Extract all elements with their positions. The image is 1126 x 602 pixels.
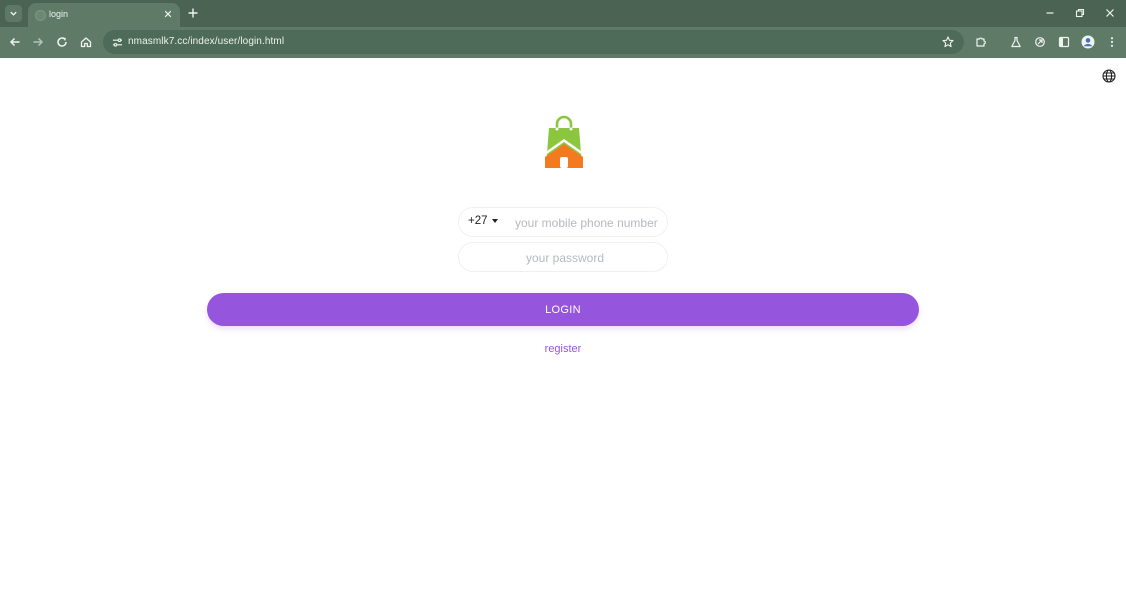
kebab-menu-icon	[1110, 37, 1114, 47]
country-code-value: +27	[468, 215, 488, 227]
shop-logo	[544, 115, 584, 169]
sync-icon	[1035, 37, 1045, 47]
address-bar[interactable]: nmasmlk7.cc/index/user/login.html	[103, 30, 964, 54]
puzzle-icon	[976, 37, 986, 47]
chevron-down-icon	[10, 11, 17, 16]
browser-toolbar: nmasmlk7.cc/index/user/login.html	[0, 27, 1126, 58]
caret-down-icon	[491, 219, 498, 223]
avatar-icon	[1081, 35, 1095, 49]
site-info-button[interactable]	[109, 34, 125, 50]
tab-search-button[interactable]	[5, 5, 22, 22]
language-button[interactable]	[1101, 68, 1116, 83]
restore-button[interactable]	[1072, 6, 1088, 20]
labs-button[interactable]	[1008, 34, 1024, 50]
password-field	[458, 242, 668, 272]
shopping-bag-house-icon	[544, 115, 584, 168]
side-panel-button[interactable]	[1056, 34, 1072, 50]
reload-icon	[57, 37, 67, 47]
plus-icon	[188, 8, 198, 18]
restore-icon	[1075, 8, 1085, 18]
register-link[interactable]: register	[0, 343, 1126, 355]
extensions-button[interactable]	[973, 34, 989, 50]
favicon-icon	[35, 10, 46, 21]
side-panel-icon	[1058, 36, 1070, 48]
close-icon	[1106, 9, 1114, 17]
password-input[interactable]	[467, 249, 663, 267]
close-window-button[interactable]	[1102, 6, 1118, 20]
login-button[interactable]: LOGIN	[207, 293, 919, 326]
home-button[interactable]	[78, 34, 94, 50]
phone-field: +27	[458, 207, 668, 237]
country-code-select[interactable]: +27	[468, 215, 498, 227]
new-tab-button[interactable]	[186, 6, 200, 20]
phone-input[interactable]	[513, 214, 667, 232]
globe-icon	[1101, 68, 1116, 83]
minimize-icon	[1046, 12, 1054, 14]
minimize-button[interactable]	[1042, 6, 1058, 20]
star-icon	[942, 36, 954, 48]
browser-tab-strip: login	[0, 0, 1126, 27]
url-text: nmasmlk7.cc/index/user/login.html	[128, 36, 285, 47]
tune-icon	[112, 37, 122, 47]
back-button[interactable]	[7, 34, 23, 50]
tab-close-button[interactable]	[161, 7, 175, 21]
profile-button[interactable]	[1080, 34, 1096, 50]
flask-icon	[1011, 36, 1021, 48]
arrow-right-icon	[33, 37, 44, 47]
browser-tab[interactable]: login	[28, 3, 180, 27]
close-icon	[164, 10, 172, 18]
tab-title: login	[49, 9, 69, 19]
sync-button[interactable]	[1032, 34, 1048, 50]
bookmark-button[interactable]	[940, 34, 956, 50]
reload-button[interactable]	[54, 34, 70, 50]
home-icon	[80, 37, 92, 48]
arrow-left-icon	[9, 37, 20, 47]
browser-menu-button[interactable]	[1104, 34, 1120, 50]
forward-button[interactable]	[30, 34, 46, 50]
